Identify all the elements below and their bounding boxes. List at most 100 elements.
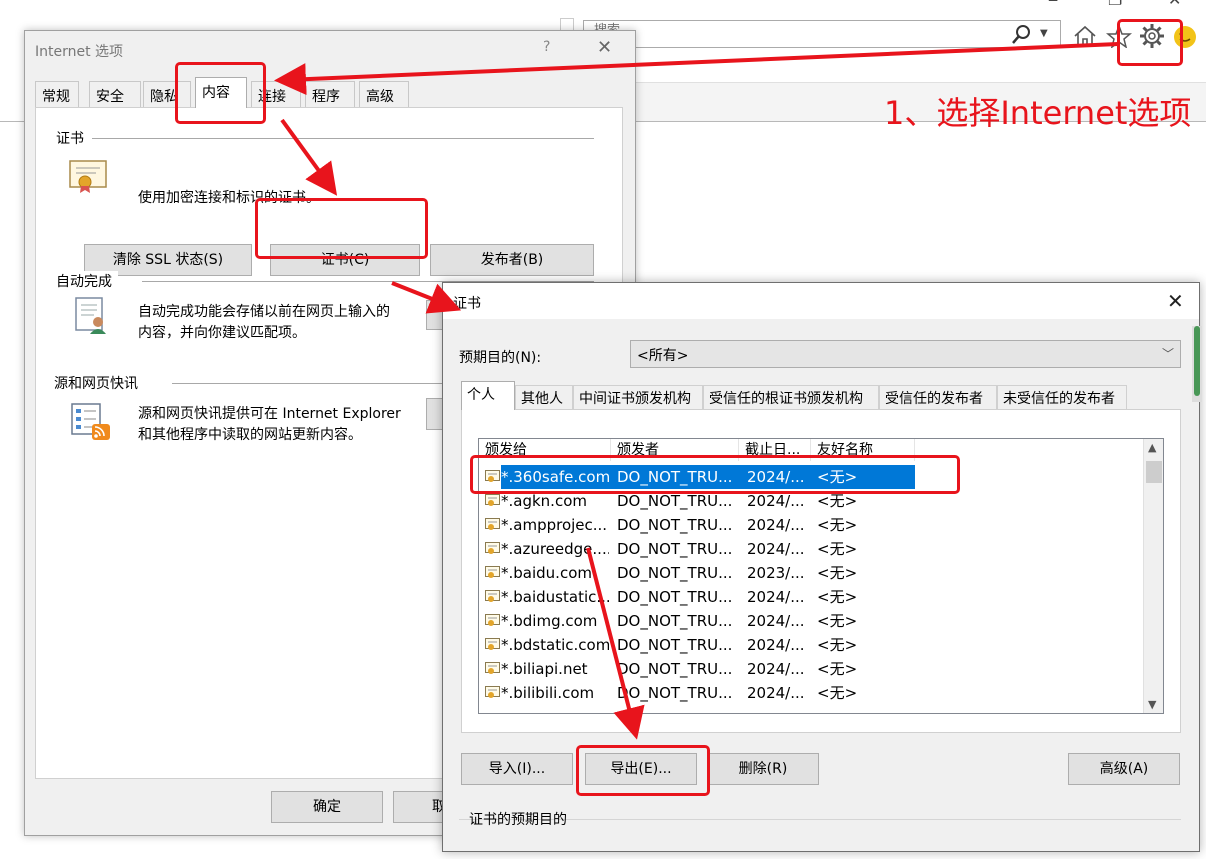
certificate-icon [69, 160, 107, 193]
certificate-icon [485, 686, 500, 698]
table-row[interactable]: *.azureedge.... DO_NOT_TRU... 2024/... <无> [479, 537, 1139, 561]
highlight-gear [1117, 19, 1183, 66]
autocomplete-description-line2: 内容，并向你建议匹配项。 [138, 325, 306, 341]
dialog-title: Internet 选项 [35, 44, 124, 60]
cell-expiration: 2024/... [747, 588, 805, 606]
cell-friendly-name: <无> [817, 564, 858, 582]
cell-issued-to: *.biliapi.net [501, 660, 588, 678]
cell-issuer: DO_NOT_TRU... [617, 684, 733, 702]
scroll-down-icon[interactable]: ▼ [1148, 698, 1156, 711]
autocomplete-icon [75, 297, 106, 334]
autocomplete-heading: 自动完成 [56, 271, 118, 291]
list-scrollbar[interactable]: ▲ ▼ [1143, 439, 1163, 713]
cell-friendly-name: <无> [817, 612, 858, 630]
certificate-icon [485, 494, 500, 506]
tab-security[interactable]: 安全 [89, 81, 141, 107]
intended-purpose-label: 预期目的(N): [459, 350, 542, 366]
tab-advanced[interactable]: 高级 [359, 81, 409, 107]
close-icon[interactable]: ✕ [597, 37, 612, 58]
cell-issuer: DO_NOT_TRU... [617, 588, 733, 606]
cell-expiration: 2024/... [747, 636, 805, 654]
cell-issuer: DO_NOT_TRU... [617, 636, 733, 654]
cell-expiration: 2024/... [747, 684, 805, 702]
step-annotation: 1、选择Internet选项 [884, 94, 1192, 132]
search-input[interactable]: 搜索... [583, 20, 1061, 48]
minimize-icon[interactable]: ‒ [1048, 0, 1058, 9]
cell-expiration: 2024/... [747, 612, 805, 630]
tab-other-people[interactable]: 其他人 [515, 385, 573, 409]
cell-issuer: DO_NOT_TRU... [617, 516, 733, 534]
cell-issued-to: *.azureedge.... [501, 540, 609, 558]
feeds-heading: 源和网页快讯 [54, 373, 144, 393]
advanced-button[interactable]: 高级(A) [1068, 753, 1180, 785]
feeds-description-line1: 源和网页快讯提供可在 Internet Explorer [138, 406, 401, 422]
section-divider [92, 138, 594, 139]
cell-issued-to: *.ampprojec... [501, 516, 608, 534]
remove-button[interactable]: 删除(R) [707, 753, 819, 785]
tab-programs[interactable]: 程序 [305, 81, 355, 107]
certificate-icon [485, 662, 500, 674]
feeds-icon [71, 403, 110, 440]
chevron-down-icon[interactable]: ▼ [1040, 28, 1048, 39]
restore-icon[interactable]: ❐ [1108, 0, 1122, 9]
tab-trusted-publishers[interactable]: 受信任的发布者 [879, 385, 997, 409]
page-scrollbar[interactable] [1192, 326, 1202, 402]
table-row[interactable]: *.biliapi.net DO_NOT_TRU... 2024/... <无> [479, 657, 1139, 681]
cell-friendly-name: <无> [817, 540, 858, 558]
cell-issuer: DO_NOT_TRU... [617, 540, 733, 558]
close-window-icon[interactable]: ✕ [1168, 0, 1181, 9]
cell-friendly-name: <无> [817, 636, 858, 654]
certificate-icon [485, 638, 500, 650]
table-row[interactable]: *.baidu.com DO_NOT_TRU... 2023/... <无> [479, 561, 1139, 585]
cell-expiration: 2023/... [747, 564, 805, 582]
dialog-title: 证书 [453, 296, 481, 312]
certificates-heading: 证书 [56, 128, 90, 148]
close-icon[interactable]: ✕ [1167, 289, 1184, 313]
cell-friendly-name: <无> [817, 684, 858, 702]
cell-issuer: DO_NOT_TRU... [617, 612, 733, 630]
cell-issuer: DO_NOT_TRU... [617, 564, 733, 582]
cell-issued-to: *.bdstatic.com [501, 636, 609, 654]
table-row[interactable]: *.bdstatic.com DO_NOT_TRU... 2024/... <无> [479, 633, 1139, 657]
table-row[interactable]: *.baidustatic... DO_NOT_TRU... 2024/... <无> [479, 585, 1139, 609]
cell-friendly-name: <无> [817, 660, 858, 678]
certificate-icon [485, 614, 500, 626]
table-row[interactable]: *.bilibili.com DO_NOT_TRU... 2024/... <无> [479, 681, 1139, 705]
scrollbar-thumb[interactable] [1194, 326, 1200, 396]
tab-personal[interactable]: 个人 [461, 381, 515, 410]
certificate-icon [485, 542, 500, 554]
tab-untrusted-publishers[interactable]: 未受信任的发布者 [997, 385, 1127, 409]
publishers-button[interactable]: 发布者(B) [430, 244, 594, 276]
import-button[interactable]: 导入(I)... [461, 753, 573, 785]
highlight-selected-certificate [470, 455, 960, 494]
certificate-dialog: 证书 ✕ 预期目的(N): <所有> ﹀ 个人 其他人 中间证书颁发机构 受信任… [442, 282, 1200, 852]
ok-button[interactable]: 确定 [271, 791, 383, 823]
cell-issued-to: *.baidu.com [501, 564, 592, 582]
cell-issued-to: *.bdimg.com [501, 612, 598, 630]
search-icon[interactable] [1010, 24, 1032, 46]
cell-issued-to: *.bilibili.com [501, 684, 595, 702]
cell-issuer: DO_NOT_TRU... [617, 660, 733, 678]
scroll-up-icon[interactable]: ▲ [1148, 441, 1156, 454]
scrollbar-thumb[interactable] [1146, 461, 1162, 483]
cell-expiration: 2024/... [747, 516, 805, 534]
cell-expiration: 2024/... [747, 540, 805, 558]
tab-trusted-root-ca[interactable]: 受信任的根证书颁发机构 [703, 385, 879, 409]
table-row[interactable]: *.ampprojec... DO_NOT_TRU... 2024/... <无> [479, 513, 1139, 537]
feeds-description-line2: 和其他程序中读取的网站更新内容。 [138, 427, 362, 443]
certificate-icon [485, 566, 500, 578]
selected-purpose: <所有> [637, 348, 689, 364]
cell-issued-to: *.baidustatic... [501, 588, 609, 606]
tab-intermediate-ca[interactable]: 中间证书颁发机构 [573, 385, 703, 409]
help-icon[interactable]: ? [543, 39, 550, 55]
tab-general[interactable]: 常规 [35, 81, 79, 107]
autocomplete-description-line1: 自动完成功能会存储以前在网页上输入的 [138, 304, 390, 320]
intended-purpose-select[interactable]: <所有> ﹀ [630, 340, 1181, 368]
cell-expiration: 2024/... [747, 660, 805, 678]
home-icon[interactable] [1072, 24, 1098, 48]
certificate-icon [485, 590, 500, 602]
table-row[interactable]: *.bdimg.com DO_NOT_TRU... 2024/... <无> [479, 609, 1139, 633]
tab-content[interactable]: 内容 [195, 77, 247, 108]
chevron-down-icon: ﹀ [1161, 347, 1174, 361]
highlight-certificates-button [255, 198, 428, 259]
